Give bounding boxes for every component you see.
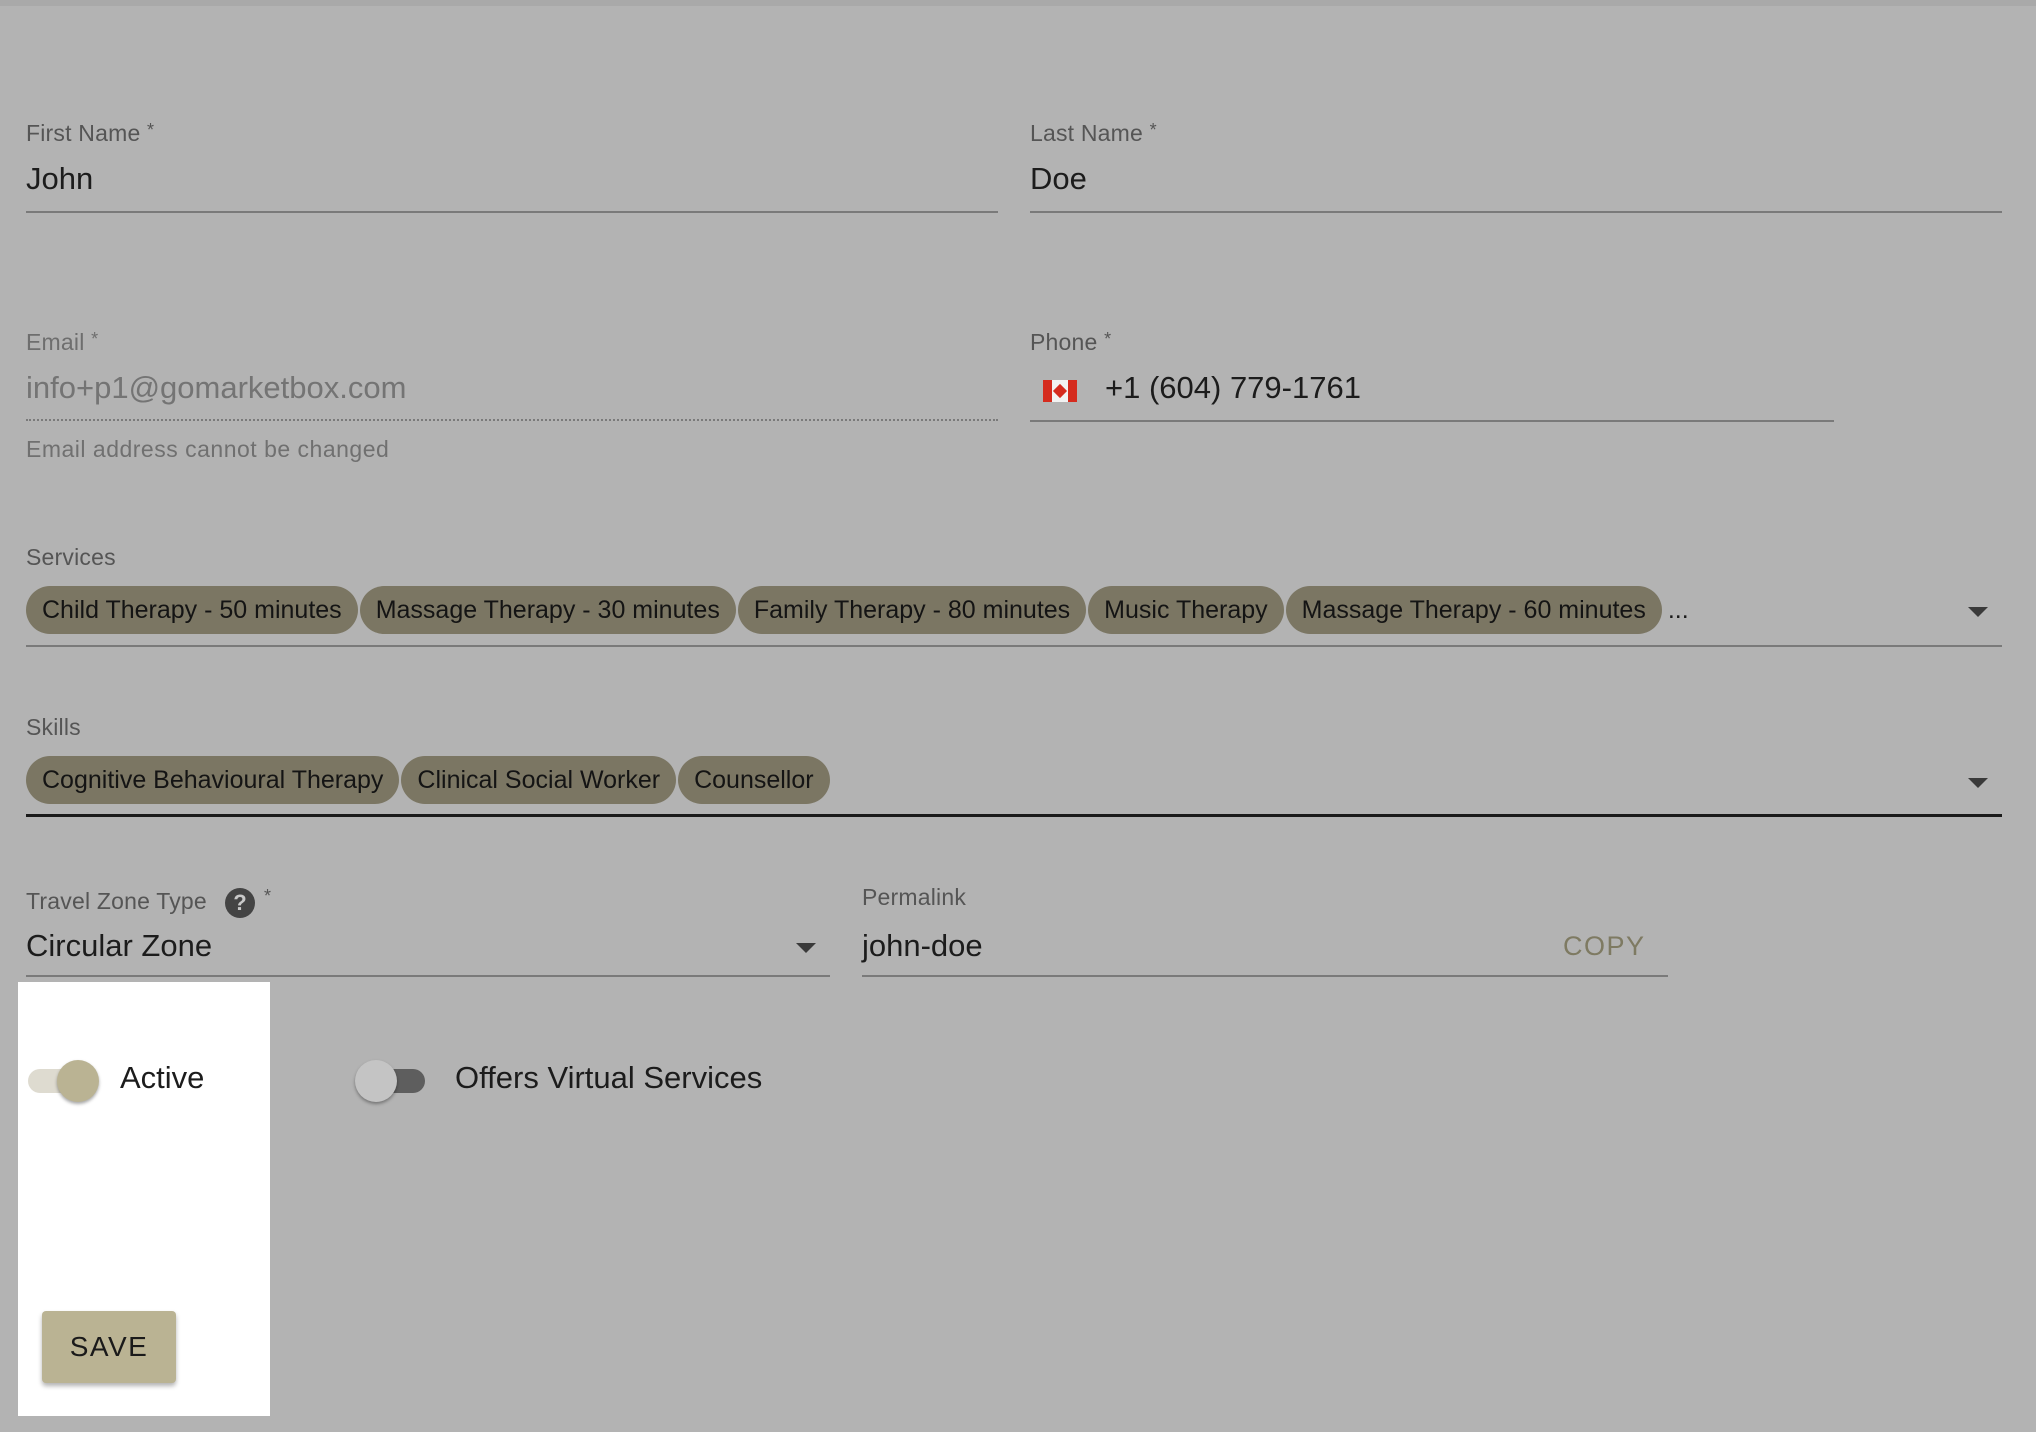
travel-zone-required-mark: * [264, 886, 272, 906]
services-overflow-ellipsis: ... [1667, 595, 1689, 624]
email-underline [26, 419, 998, 421]
copy-button[interactable]: COPY [1563, 931, 1646, 962]
virtual-services-toggle[interactable] [355, 1055, 427, 1105]
email-field: info+p1@gomarketbox.com [26, 370, 407, 405]
phone-underline [1030, 420, 1834, 422]
travel-zone-type-label: Travel Zone Type [26, 888, 207, 914]
active-label: Active [120, 1060, 205, 1095]
skill-chip[interactable]: Cognitive Behavioural Therapy [26, 756, 400, 804]
permalink-label: Permalink [862, 884, 967, 910]
first-name-underline [26, 211, 998, 213]
service-chip[interactable]: Massage Therapy - 30 minutes [359, 586, 736, 634]
help-icon[interactable]: ? [225, 888, 255, 918]
last-name-label: Last Name * [1030, 120, 1157, 146]
permalink-input[interactable]: john-doe [862, 928, 983, 964]
services-dropdown-caret-icon[interactable] [1968, 607, 1988, 617]
permalink-underline [862, 975, 1668, 977]
phone-input[interactable]: +1 (604) 779-1761 [1105, 370, 1361, 406]
travel-zone-underline [26, 975, 830, 977]
top-border [0, 0, 2036, 6]
service-chip[interactable]: Family Therapy - 80 minutes [737, 586, 1087, 634]
service-chip[interactable]: Massage Therapy - 60 minutes [1285, 586, 1662, 634]
travel-zone-type-select[interactable]: Circular Zone [26, 928, 212, 964]
virtual-services-label: Offers Virtual Services [455, 1060, 763, 1095]
service-chip[interactable]: Music Therapy [1088, 586, 1284, 634]
first-name-label: First Name * [26, 120, 155, 146]
skill-chip[interactable]: Counsellor [678, 756, 830, 804]
last-name-underline [1030, 211, 2002, 213]
services-underline [26, 645, 2002, 647]
first-name-input[interactable]: John [26, 161, 93, 197]
save-button[interactable]: SAVE [42, 1311, 176, 1383]
email-helper-text: Email address cannot be changed [26, 436, 390, 462]
skills-chips[interactable]: Cognitive Behavioural Therapy Clinical S… [26, 756, 830, 804]
service-chip[interactable]: Child Therapy - 50 minutes [26, 586, 358, 634]
skills-underline-focused [26, 814, 2002, 817]
active-toggle[interactable] [22, 1055, 99, 1105]
last-name-input[interactable]: Doe [1030, 161, 1087, 197]
skill-chip[interactable]: Clinical Social Worker [401, 756, 677, 804]
services-chips[interactable]: Child Therapy - 50 minutes Massage Thera… [26, 586, 1689, 634]
skills-dropdown-caret-icon[interactable] [1968, 778, 1988, 788]
travel-zone-dropdown-caret-icon[interactable] [796, 943, 816, 953]
services-label: Services [26, 544, 116, 570]
email-label: Email * [26, 329, 99, 355]
canada-flag-icon[interactable] [1043, 380, 1077, 402]
skills-label: Skills [26, 714, 81, 740]
phone-label: Phone * [1030, 329, 1112, 355]
